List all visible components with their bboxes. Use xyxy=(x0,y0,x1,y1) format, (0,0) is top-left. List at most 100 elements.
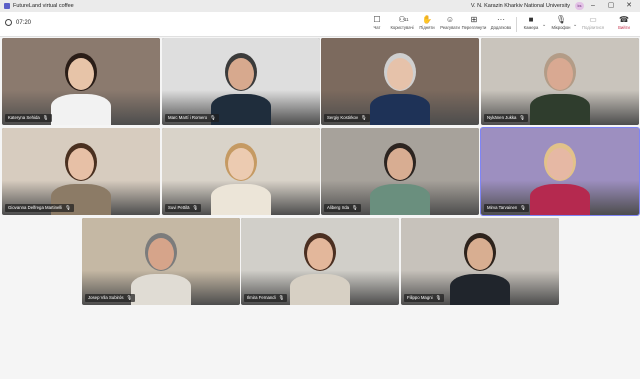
participant-name: Sergiy Kostirkov xyxy=(327,115,359,120)
organization-name: V. N. Karazin Kharkiv National Universit… xyxy=(470,3,570,9)
participant-name: Giovanna Delfrega Martinelli xyxy=(8,205,63,210)
participant-tile[interactable]: Ilmira Fernandi 🎙 xyxy=(241,218,399,305)
chat-label: Чат xyxy=(373,25,381,30)
camera-options-chevron-icon[interactable]: ⌄ xyxy=(542,22,546,28)
participant-name-label: Ilmira Fernandi 🎙 xyxy=(244,294,288,302)
participant-video xyxy=(46,38,116,125)
camera-button[interactable]: ■ Камера xyxy=(518,15,544,30)
microphone-muted-icon: 🎙 xyxy=(42,115,49,120)
microphone-muted-icon: 🎙 xyxy=(555,15,567,24)
participant-name-label: Mirva Tarvainen 🎙 xyxy=(484,204,529,212)
people-label: Користувачі xyxy=(390,25,414,30)
participant-name: Nykänen Jukka xyxy=(487,115,517,120)
participant-name: Filippo Magni xyxy=(407,295,433,300)
participant-name-label: Nykänen Jukka 🎙 xyxy=(484,114,529,122)
microphone-muted-icon: 🎙 xyxy=(126,295,133,300)
camera-label: Камера xyxy=(523,25,539,30)
participant-name-label: Sergiy Kostirkov 🎙 xyxy=(324,114,370,122)
participant-name: Ilmira Fernandi xyxy=(247,295,276,300)
user-avatar[interactable]: ks xyxy=(575,2,584,10)
microphone-muted-icon: 🎙 xyxy=(192,205,199,210)
share-screen-icon: ▭ xyxy=(589,15,597,24)
participant-video xyxy=(46,128,116,215)
participant-video xyxy=(285,218,355,305)
participant-tile[interactable]: Aliberg Irda 🎙 xyxy=(321,128,479,215)
people-icon: ⚇ xyxy=(398,15,406,24)
camera-icon: ■ xyxy=(528,15,534,24)
participant-tile[interactable]: Suvi Pettilä 🎙 xyxy=(162,128,320,215)
mic-button[interactable]: 🎙 Мікрофон xyxy=(548,15,574,30)
participant-video xyxy=(206,38,276,125)
grid-view-icon: ⊞ xyxy=(470,15,478,24)
close-window-button[interactable]: ✕ xyxy=(622,0,636,12)
people-count: 11 xyxy=(404,17,409,22)
chat-button[interactable]: ☐ Чат xyxy=(364,15,390,30)
toolbar-divider xyxy=(516,17,517,32)
react-button[interactable]: ☺ Реагувати xyxy=(437,15,463,30)
microphone-muted-icon: 🎙 xyxy=(519,115,526,120)
mic-options-chevron-icon[interactable]: ⌄ xyxy=(573,22,577,28)
mic-label: Мікрофон xyxy=(551,25,571,30)
hang-up-icon: ☎ xyxy=(619,15,629,24)
participant-name-label: Suvi Pettilä 🎙 xyxy=(165,204,202,212)
participant-video xyxy=(525,128,595,215)
share-label: Поділитися xyxy=(581,25,605,30)
minimize-button[interactable]: – xyxy=(586,0,600,12)
participant-tile[interactable]: Mirva Tarvainen 🎙 xyxy=(480,127,640,216)
leave-button[interactable]: ☎ Вийти xyxy=(611,15,637,30)
leave-label: Вийти xyxy=(618,25,630,30)
participant-name: Mirva Tarvainen xyxy=(487,205,518,210)
participant-name-label: Giovanna Delfrega Martinelli 🎙 xyxy=(5,204,74,212)
react-label: Реагувати xyxy=(440,25,460,30)
microphone-muted-icon: 🎙 xyxy=(361,115,367,120)
video-gallery: Kateryna Sehida 🎙 Marc Martí i Romero 🎙 Serg… xyxy=(0,37,640,379)
participant-name: Aliberg Irda xyxy=(327,205,349,210)
participant-video xyxy=(206,128,276,215)
title-bar: FutureLand virtual coffee V. N. Karazin … xyxy=(0,0,640,12)
participant-name-label: Kateryna Sehida 🎙 xyxy=(5,114,52,122)
participant-tile[interactable]: Nykänen Jukka 🎙 xyxy=(481,38,639,125)
participant-name: Josep Vila Subirós xyxy=(88,295,124,300)
more-button[interactable]: ··· Додатково xyxy=(488,15,514,30)
people-button[interactable]: ⚇ 11 Користувачі xyxy=(389,15,415,30)
microphone-muted-icon: 🎙 xyxy=(210,115,216,120)
participant-video xyxy=(365,38,435,125)
participant-video xyxy=(126,218,196,305)
more-label: Додатково xyxy=(490,25,512,30)
participant-tile[interactable]: Filippo Magni 🎙 xyxy=(401,218,559,305)
maximize-button[interactable]: ▢ xyxy=(604,0,618,12)
view-label: Переглянути xyxy=(461,25,487,30)
microphone-muted-icon: 🎙 xyxy=(520,205,526,210)
participant-tile[interactable]: Sergiy Kostirkov 🎙 xyxy=(321,38,479,125)
participant-name: Kateryna Sehida xyxy=(8,115,40,120)
raise-label: Підняти xyxy=(419,25,435,30)
timer-text: 07:20 xyxy=(16,19,32,26)
participant-tile[interactable]: Josep Vila Subirós 🎙 xyxy=(82,218,240,305)
meeting-toolbar: 07:20 ☐ Чат ⚇ 11 Користувачі ✋ Підняти ☺… xyxy=(0,12,640,37)
participant-video xyxy=(525,38,595,125)
view-button[interactable]: ⊞ Переглянути xyxy=(461,15,487,30)
participant-video xyxy=(365,128,435,215)
participant-name-label: Aliberg Irda 🎙 xyxy=(324,204,361,212)
participant-video xyxy=(445,218,515,305)
microphone-muted-icon: 🎙 xyxy=(278,295,285,300)
timer-shield-icon xyxy=(5,19,12,26)
chat-icon: ☐ xyxy=(373,15,381,24)
teams-app-icon xyxy=(4,3,10,9)
participant-name-label: Filippo Magni 🎙 xyxy=(404,294,445,302)
window-title: FutureLand virtual coffee xyxy=(13,3,74,9)
share-button[interactable]: ▭ Поділитися xyxy=(580,15,606,30)
participant-name-label: Marc Martí i Romero 🎙 xyxy=(165,114,219,122)
smiley-icon: ☺ xyxy=(445,15,455,24)
participant-tile[interactable]: Giovanna Delfrega Martinelli 🎙 xyxy=(2,128,160,215)
meeting-timer: 07:20 xyxy=(5,19,31,26)
microphone-muted-icon: 🎙 xyxy=(435,295,442,300)
participant-name: Suvi Pettilä xyxy=(168,205,190,210)
participant-name-label: Josep Vila Subirós 🎙 xyxy=(85,294,136,302)
participant-name: Marc Martí i Romero xyxy=(168,115,208,120)
participant-tile[interactable]: Marc Martí i Romero 🎙 xyxy=(162,38,320,125)
more-dots-icon: ··· xyxy=(497,15,505,24)
participant-tile[interactable]: Kateryna Sehida 🎙 xyxy=(2,38,160,125)
microphone-muted-icon: 🎙 xyxy=(351,205,358,210)
microphone-muted-icon: 🎙 xyxy=(65,205,71,210)
